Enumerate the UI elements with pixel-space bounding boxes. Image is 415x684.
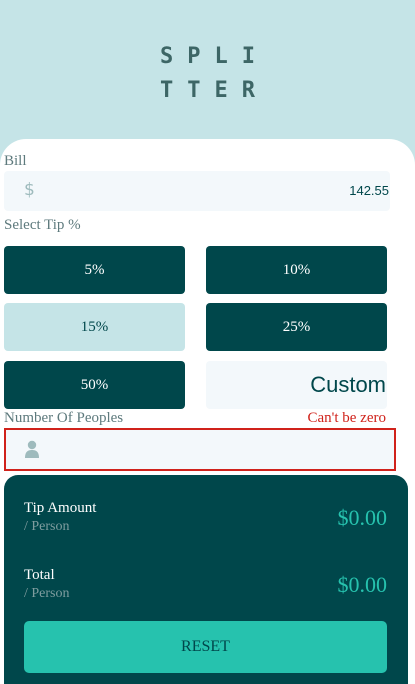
dollar-icon: $ xyxy=(24,180,35,200)
app-logo: SPLI TTER xyxy=(0,40,415,108)
logo-line-1: SPLI xyxy=(160,44,269,69)
people-error-message: Can't be zero xyxy=(307,410,386,426)
tip-button-25[interactable]: 25% xyxy=(206,303,387,351)
reset-button[interactable]: RESET xyxy=(24,621,387,673)
total-label: Total xyxy=(24,567,55,583)
custom-tip-input[interactable]: Custom xyxy=(206,361,387,409)
tip-button-15[interactable]: 15% xyxy=(4,303,185,351)
result-panel: Tip Amount / Person $0.00 Total / Person… xyxy=(4,475,408,684)
logo-line-2: TTER xyxy=(160,78,269,103)
tip-button-50[interactable]: 50% xyxy=(4,361,185,409)
tip-button-5[interactable]: 5% xyxy=(4,246,185,294)
people-label: Number Of Peoples xyxy=(4,410,124,426)
tip-button-10[interactable]: 10% xyxy=(206,246,387,294)
people-input[interactable] xyxy=(4,428,396,471)
select-tip-label: Select Tip % xyxy=(4,217,81,233)
bill-value: 142.55 xyxy=(349,183,389,198)
tip-per-person-label: / Person xyxy=(24,519,70,534)
tip-amount-value: $0.00 xyxy=(337,505,388,530)
total-per-person-label: / Person xyxy=(24,586,70,601)
person-icon xyxy=(25,440,39,458)
bill-label: Bill xyxy=(4,153,27,169)
total-value: $0.00 xyxy=(337,572,388,597)
bill-input[interactable]: $ 142.55 xyxy=(4,171,390,211)
tip-amount-label: Tip Amount xyxy=(24,500,97,516)
